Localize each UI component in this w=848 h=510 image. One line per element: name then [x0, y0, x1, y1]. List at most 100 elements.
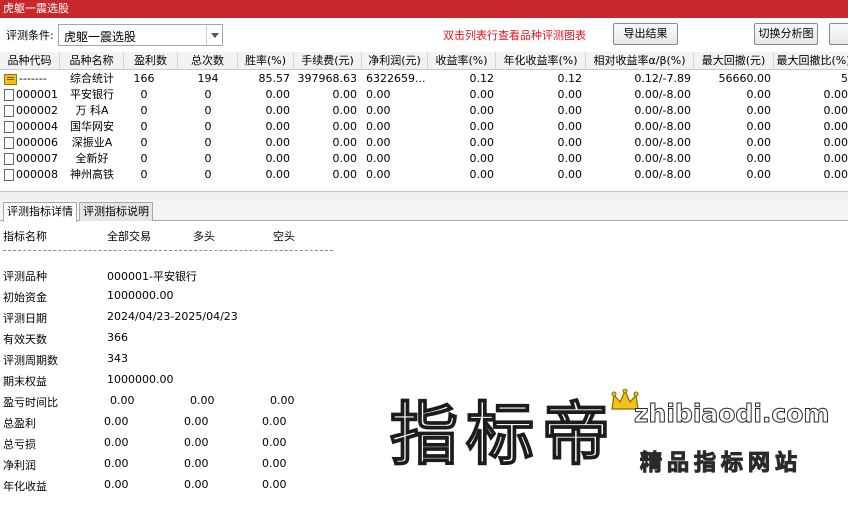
column-header[interactable]: 相对收益率α/β(%) — [586, 52, 694, 70]
cell-name: 全新好 — [75, 152, 109, 165]
export-button[interactable]: 导出结果 — [613, 23, 678, 45]
cell-net: 0.00 — [366, 152, 391, 165]
cell-fee: 0.00 — [332, 168, 358, 181]
crown-icon — [611, 389, 639, 410]
detail-info-row: 评测日期 2024/04/23-2025/04/23 — [0, 310, 420, 330]
cell-mddr: 0.00 — [823, 104, 848, 117]
detail-metric-row: 净利润 0.00 0.00 0.00 — [0, 457, 420, 477]
metric-short: 0.00 — [262, 436, 287, 449]
detail-divider — [3, 250, 333, 251]
detail-header-all: 全部交易 — [107, 230, 151, 243]
folder-icon — [4, 73, 17, 85]
metric-short: 0.00 — [262, 415, 287, 428]
detail-value: 366 — [107, 331, 128, 344]
doc-icon — [4, 137, 14, 149]
detail-value: 2024/04/23-2025/04/23 — [107, 310, 238, 323]
table-row[interactable]: ------- 综合统计 166 194 85.57 397968.63 6322659..… — [0, 71, 848, 87]
detail-info-row: 有效天数 366 — [0, 331, 420, 351]
detail-header-long: 多头 — [193, 230, 215, 243]
cell-rate: 85.57 — [258, 72, 291, 85]
cell-ann: 0.12 — [557, 72, 583, 85]
detail-label: 期末权益 — [3, 375, 47, 388]
cell-ret: 0.00 — [469, 104, 495, 117]
cell-code-text: ------- — [19, 72, 47, 85]
metric-label: 净利润 — [3, 459, 36, 472]
cell-name: 国华网安 — [70, 120, 114, 133]
cell-name: 深振业A — [71, 136, 113, 149]
detail-metric-row: 年化收益 0.00 0.00 0.00 — [0, 478, 420, 498]
condition-select[interactable]: 虎躯一震选股 — [58, 24, 223, 46]
cell-mddr: 0.00 — [823, 168, 848, 181]
cell-win: 0 — [140, 88, 148, 101]
doc-icon — [4, 105, 14, 117]
cell-mddr: 0.00 — [823, 136, 848, 149]
metric-all: 0.00 — [110, 394, 135, 407]
window-titlebar: 虎躯一震选股 — [0, 0, 848, 18]
column-header[interactable]: 品种名称 — [60, 52, 124, 70]
column-header[interactable]: 盈利数 — [124, 52, 178, 70]
cell-code-text: 000006 — [16, 136, 58, 149]
column-header[interactable]: 手续费(元) — [294, 52, 362, 70]
cell-total: 0 — [204, 88, 212, 101]
column-header[interactable]: 净利润(元) — [362, 52, 428, 70]
table-row[interactable]: 000006 深振业A 0 0 0.00 0.00 0.00 0.00 0.00 0.00/-8.… — [0, 135, 848, 151]
cell-net: 0.00 — [366, 88, 391, 101]
switch-chart-button[interactable]: 切换分析图 — [754, 23, 818, 45]
cell-ret: 0.12 — [469, 72, 495, 85]
cell-ann: 0.00 — [557, 152, 583, 165]
cell-win: 0 — [140, 168, 148, 181]
cell-total: 0 — [204, 168, 212, 181]
metric-short: 0.00 — [262, 478, 287, 491]
column-header[interactable]: 最大回撤(元) — [694, 52, 774, 70]
table-row[interactable]: 000001 平安银行 0 0 0.00 0.00 0.00 0.00 0.00 0.00/-8.… — [0, 87, 848, 103]
table-row[interactable]: 000002 万 科A 0 0 0.00 0.00 0.00 0.00 0.00 0.00/-8.… — [0, 103, 848, 119]
cell-ret: 0.00 — [469, 152, 495, 165]
metric-all: 0.00 — [104, 478, 129, 491]
watermark-url: zhibiaodi.com — [633, 399, 830, 429]
cell-fee: 0.00 — [332, 104, 358, 117]
table-row[interactable]: 000008 神州高铁 0 0 0.00 0.00 0.00 0.00 0.00 0.00/-8.… — [0, 167, 848, 183]
detail-metric-row: 盈亏时间比 0.00 0.00 0.00 — [0, 394, 420, 414]
cell-name: 神州高铁 — [70, 168, 114, 181]
metric-label: 总亏损 — [3, 438, 36, 451]
detail-label: 初始资金 — [3, 291, 47, 304]
detail-value: 343 — [107, 352, 128, 365]
column-header[interactable]: 总次数 — [178, 52, 238, 70]
cell-total: 0 — [204, 152, 212, 165]
column-header[interactable]: 胜率(%) — [238, 52, 294, 70]
cell-rel: 0.00/-8.00 — [634, 120, 691, 133]
cell-win: 166 — [133, 72, 155, 85]
metric-long: 0.00 — [190, 394, 215, 407]
column-header[interactable]: 最大回撤比(%) — [774, 52, 848, 70]
cell-code: 000004 — [4, 119, 60, 135]
cell-mdd: 0.00 — [746, 104, 772, 117]
metric-short: 0.00 — [262, 457, 287, 470]
cell-net: 6322659.... — [366, 72, 425, 85]
column-header[interactable]: 年化收益率(%) — [496, 52, 586, 70]
table-row[interactable]: 000007 全新好 0 0 0.00 0.00 0.00 0.00 0.00 0.00/-8.0… — [0, 151, 848, 167]
app-window: 虎躯一震选股 评测条件: 虎躯一震选股 双击列表行查看品种评测图表 导出结果 切… — [0, 0, 848, 510]
table-row[interactable]: 000004 国华网安 0 0 0.00 0.00 0.00 0.00 0.00 0.00/-8.… — [0, 119, 848, 135]
cell-code-text: 000001 — [16, 88, 58, 101]
tab-indicator-description[interactable]: 评测指标说明 — [79, 202, 153, 221]
cell-ann: 0.00 — [557, 88, 583, 101]
tab-indicator-details[interactable]: 评测指标详情 — [3, 202, 77, 222]
extra-button[interactable] — [829, 23, 848, 45]
chevron-down-icon[interactable] — [206, 25, 222, 45]
cell-ann: 0.00 — [557, 168, 583, 181]
cell-code: 000002 — [4, 103, 60, 119]
cell-code: 000007 — [4, 151, 60, 167]
cell-code: ------- — [4, 71, 60, 87]
metric-all: 0.00 — [104, 457, 129, 470]
detail-metric-row: 总亏损 0.00 0.00 0.00 — [0, 436, 420, 456]
cell-name: 平安银行 — [70, 88, 114, 101]
detail-label: 评测品种 — [3, 270, 47, 283]
cell-rate: 0.00 — [265, 152, 291, 165]
cell-ret: 0.00 — [469, 136, 495, 149]
cell-mdd: 0.00 — [746, 152, 772, 165]
cell-win: 0 — [140, 136, 148, 149]
column-header[interactable]: 品种代码 — [0, 52, 60, 70]
column-header[interactable]: 收益率(%) — [428, 52, 496, 70]
cell-win: 0 — [140, 120, 148, 133]
cell-rel: 0.00/-8.00 — [634, 88, 691, 101]
